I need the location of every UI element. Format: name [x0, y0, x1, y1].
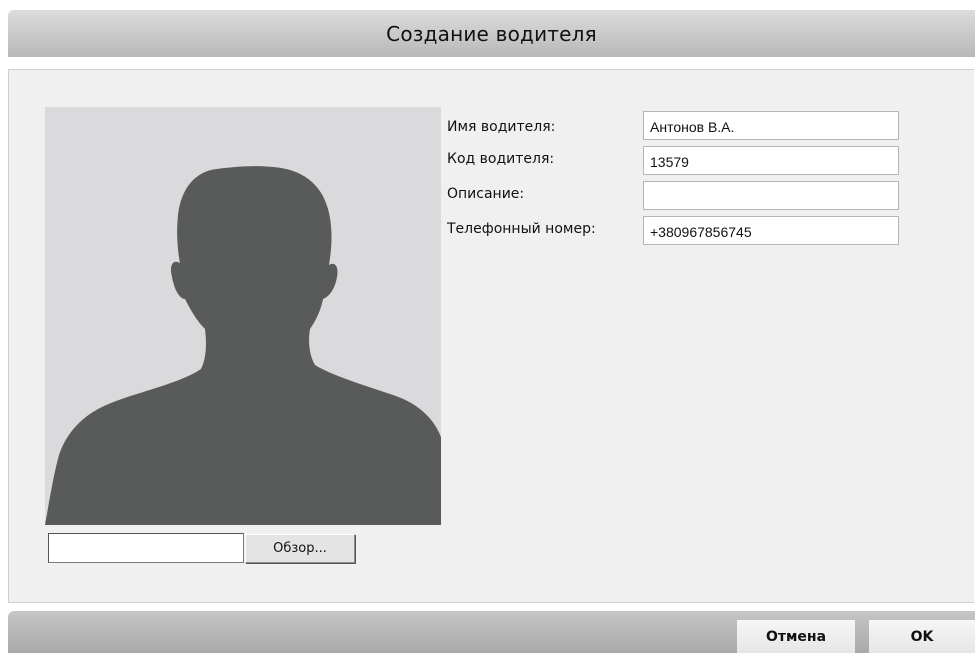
ok-button[interactable]: OK	[869, 620, 975, 653]
browse-button[interactable]: Обзор...	[245, 534, 355, 563]
dialog-header: Создание водителя	[8, 10, 975, 57]
phone-number-field[interactable]	[643, 216, 899, 245]
driver-code-label: Код водителя:	[447, 151, 555, 167]
cancel-button[interactable]: Отмена	[737, 620, 855, 653]
driver-code-field[interactable]	[643, 146, 899, 175]
driver-name-field[interactable]	[643, 111, 899, 140]
description-label: Описание:	[447, 186, 525, 202]
driver-name-label: Имя водителя:	[447, 119, 556, 135]
dialog-title: Создание водителя	[386, 21, 597, 46]
photo-file-path-input[interactable]	[48, 533, 244, 563]
description-field[interactable]	[643, 181, 899, 210]
person-silhouette-icon	[45, 166, 441, 525]
phone-number-label: Телефонный номер:	[447, 221, 596, 237]
driver-photo-placeholder	[45, 107, 441, 525]
